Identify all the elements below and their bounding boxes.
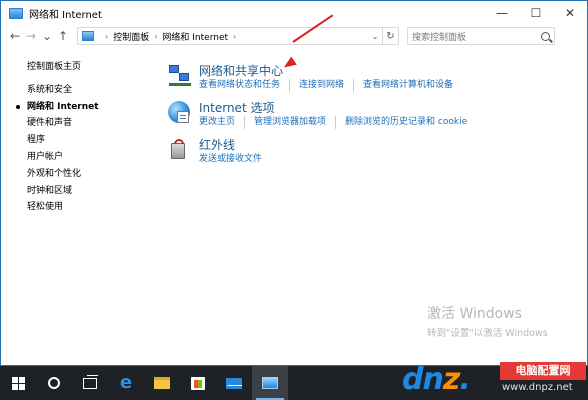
category-network-sharing: 网络和共享中心 查看网络状态和任务 连接到网络 查看网络计算机和设备 [167,63,587,92]
file-explorer-button[interactable] [144,366,180,400]
breadcrumb-separator[interactable]: › [154,32,157,41]
sidebar-item-system-security[interactable]: 系统和安全 [27,82,157,99]
sidebar-item-clock-region[interactable]: 时钟和区域 [27,183,157,200]
close-button[interactable]: ✕ [553,1,587,25]
control-panel-taskbar-button[interactable] [252,366,288,400]
control-panel-window: 网络和 Internet — ☐ ✕ ← → ⌄ ↑ › 控制面板 › 网络和 … [0,0,588,366]
search-input[interactable]: 搜索控制面板 [407,27,555,45]
store-icon [191,376,205,390]
category-infrared: 红外线 发送或接收文件 [167,136,587,166]
breadcrumb-network-internet[interactable]: 网络和 Internet [162,30,228,43]
control-panel-icon [262,377,278,389]
edge-button[interactable]: e [108,366,144,400]
internet-options-icon [167,100,193,126]
up-button[interactable]: ↑ [55,29,71,43]
breadcrumb-separator[interactable]: › [105,32,108,41]
link-view-network-status[interactable]: 查看网络状态和任务 [199,79,280,92]
breadcrumb-control-panel[interactable]: 控制面板 [113,30,149,43]
link-change-homepage[interactable]: 更改主页 [199,116,235,129]
link-manage-addons[interactable]: 管理浏览器加载项 [244,116,326,129]
back-button[interactable]: ← [7,29,23,43]
cortana-button[interactable] [36,366,72,400]
control-panel-icon [82,31,94,41]
brand-url: www.dnpz.net [502,382,573,393]
activation-watermark: 激活 Windows 转到"设置"以激活 Windows [427,303,548,339]
link-view-network-devices[interactable]: 查看网络计算机和设备 [353,79,453,92]
mail-button[interactable] [216,366,252,400]
sidebar-item-network-internet[interactable]: 网络和 Internet [16,99,157,116]
category-title-internet-options[interactable]: Internet 选项 [199,100,587,116]
activation-title: 激活 Windows [427,306,522,322]
windows-logo-icon [11,376,25,390]
refresh-button[interactable]: ↻ [383,27,399,45]
navigation-bar: ← → ⌄ ↑ › 控制面板 › 网络和 Internet › ⌄ ↻ 搜索控制… [1,25,587,47]
search-placeholder: 搜索控制面板 [412,32,467,43]
address-bar[interactable]: › 控制面板 › 网络和 Internet › ⌄ [77,27,383,45]
category-title-infrared[interactable]: 红外线 [199,137,587,153]
cortana-icon [48,377,60,389]
window-title: 网络和 Internet [29,9,102,21]
minimize-button[interactable]: — [485,1,519,25]
recent-locations-button[interactable]: ⌄ [39,29,55,43]
sidebar-item-programs[interactable]: 程序 [27,132,157,149]
search-icon[interactable] [541,31,550,41]
site-watermark: dnz. 电脑配置网 www.dnpz.net [400,360,588,400]
task-view-icon [83,374,98,389]
brand-badge: 电脑配置网 [500,362,586,380]
sidebar-item-home[interactable]: 控制面板主页 [27,59,157,76]
category-title-network-sharing[interactable]: 网络和共享中心 [199,63,587,79]
link-delete-history[interactable]: 删除浏览的历史记录和 cookie [335,116,467,129]
mail-icon [226,377,242,389]
task-view-button[interactable] [72,366,108,400]
sidebar-item-hardware-sound[interactable]: 硬件和声音 [27,115,157,132]
start-button[interactable] [0,366,36,400]
link-connect-to-network[interactable]: 连接到网络 [289,79,344,92]
file-explorer-icon [154,377,170,389]
brand-logo: dnz. [402,362,471,397]
control-panel-icon [9,7,23,19]
network-icon [167,63,193,89]
forward-button[interactable]: → [23,29,39,43]
sidebar: 控制面板主页 系统和安全 网络和 Internet 硬件和声音 程序 用户帐户 … [16,59,157,216]
store-button[interactable] [180,366,216,400]
infrared-icon [167,136,193,163]
sidebar-item-appearance[interactable]: 外观和个性化 [27,166,157,183]
maximize-button[interactable]: ☐ [519,1,553,25]
activation-hint: 转到"设置"以激活 Windows [427,328,548,339]
sidebar-item-user-accounts[interactable]: 用户帐户 [27,149,157,166]
category-internet-options: Internet 选项 更改主页 管理浏览器加载项 删除浏览的历史记录和 coo… [167,100,587,129]
window-controls: — ☐ ✕ [485,1,587,25]
link-send-receive-files[interactable]: 发送或接收文件 [199,153,262,166]
address-dropdown-button[interactable]: ⌄ [368,32,382,41]
breadcrumb-separator[interactable]: › [233,32,236,41]
main-content: 网络和共享中心 查看网络状态和任务 连接到网络 查看网络计算机和设备 Inter… [167,63,587,174]
title-bar[interactable]: 网络和 Internet — ☐ ✕ [1,1,587,25]
sidebar-item-ease-of-access[interactable]: 轻松使用 [27,199,157,216]
edge-icon: e [119,372,133,393]
